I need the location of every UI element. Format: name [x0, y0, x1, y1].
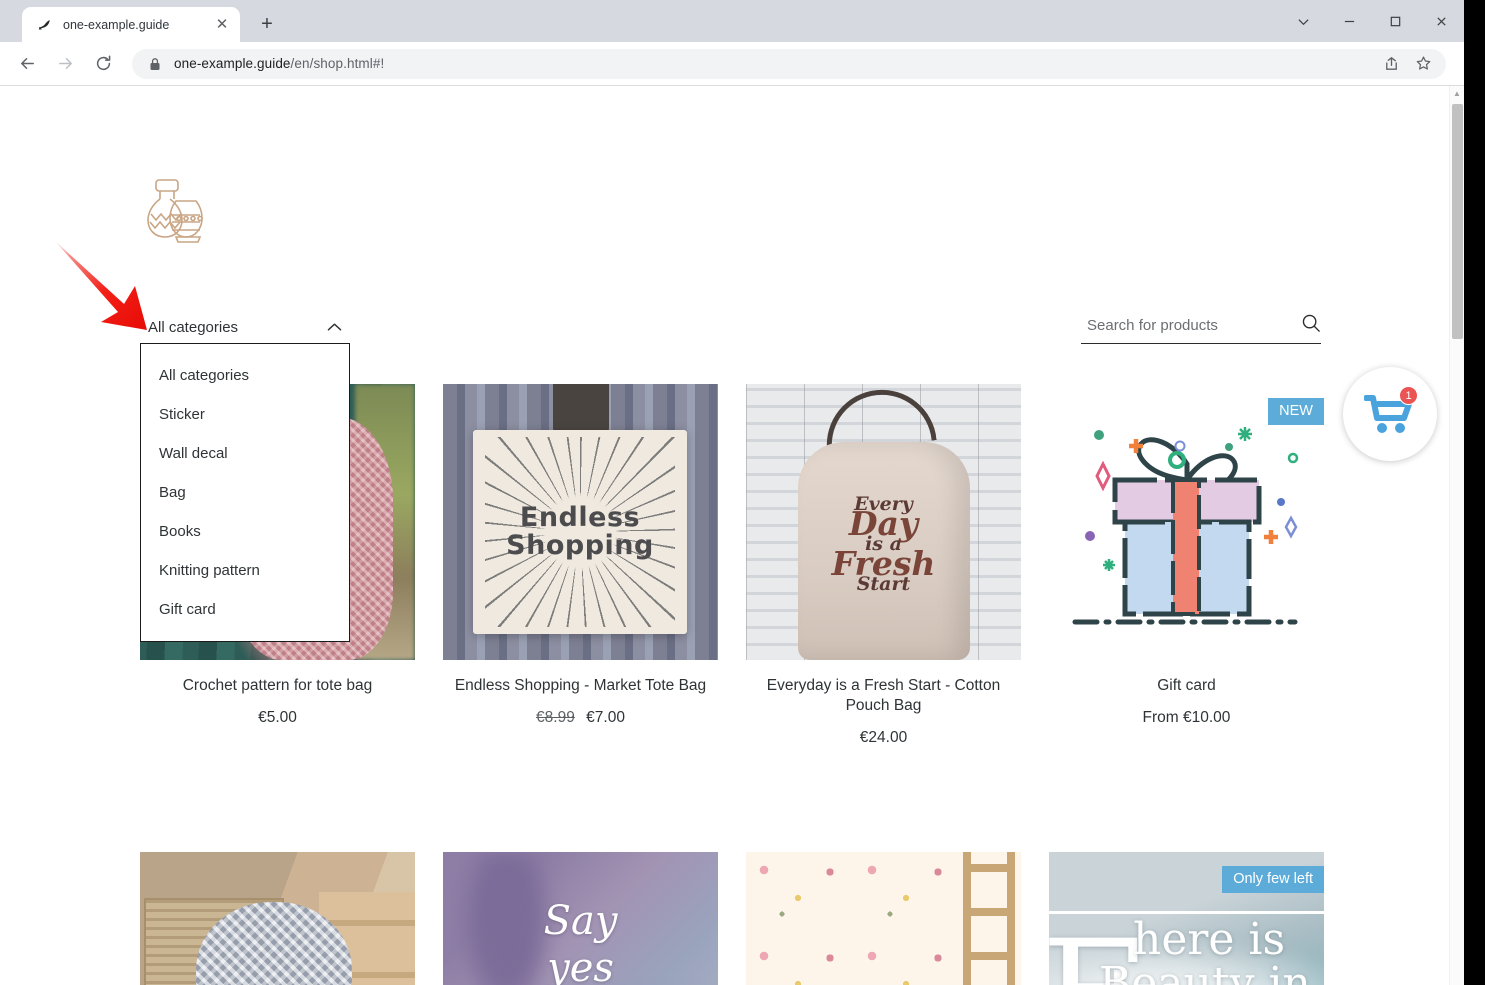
category-option-books[interactable]: Books — [141, 512, 349, 551]
reload-button[interactable] — [86, 47, 120, 81]
product-image-text-line1: here is — [1049, 918, 1324, 962]
product-badge: NEW — [1268, 398, 1324, 425]
browser-toolbar: one-example.guide/en/shop.html#! — [0, 42, 1464, 86]
product-card[interactable] — [140, 852, 415, 985]
product-price: €8.99 €7.00 — [443, 709, 718, 727]
window-controls — [1280, 0, 1464, 42]
forward-button[interactable] — [48, 47, 82, 81]
search-icon[interactable] — [1301, 313, 1321, 342]
maximize-button[interactable] — [1372, 5, 1418, 37]
url-domain: one-example.guide — [174, 56, 291, 71]
product-price-current: €5.00 — [258, 709, 297, 726]
category-option-gift-card[interactable]: Gift card — [141, 590, 349, 629]
close-window-button[interactable] — [1418, 5, 1464, 37]
cart-button[interactable]: 1 — [1343, 367, 1437, 461]
scroll-up-arrow-icon[interactable]: ▲ — [1450, 86, 1464, 100]
product-image-text-line4: Fresh — [809, 554, 959, 574]
product-image-text-line1: Say — [443, 898, 718, 944]
cart-count-badge: 1 — [1399, 386, 1418, 405]
product-image-text-line2: Day — [809, 514, 959, 534]
tab-title: one-example.guide — [63, 18, 212, 32]
product-card[interactable]: Every Day is a Fresh Start Everyday is a… — [746, 384, 1021, 747]
lock-icon — [146, 57, 164, 71]
category-option-all-categories[interactable]: All categories — [141, 356, 349, 395]
page-viewport: All categories — [0, 86, 1464, 985]
product-image-text-line1: Endless — [520, 502, 640, 533]
product-price-current: €7.00 — [586, 709, 625, 726]
product-image-text-line5: Start — [857, 573, 911, 595]
product-price: €5.00 — [140, 709, 415, 727]
product-price-current: From €10.00 — [1143, 709, 1231, 726]
address-bar[interactable]: one-example.guide/en/shop.html#! — [132, 49, 1446, 79]
category-dropdown-menu[interactable]: All categories Sticker Wall decal Bag Bo… — [140, 343, 350, 642]
product-title: Endless Shopping - Market Tote Bag — [443, 676, 718, 696]
scrollbar-thumb[interactable] — [1452, 104, 1463, 339]
product-price: €24.00 — [746, 729, 1021, 747]
product-image[interactable]: Endless Shopping — [443, 384, 718, 660]
product-search[interactable] — [1081, 312, 1321, 344]
product-card[interactable]: Say yes to new Adventures — [443, 852, 718, 985]
product-image[interactable]: Every Day is a Fresh Start — [746, 384, 1021, 660]
product-image-text-line2: yes — [443, 945, 718, 985]
category-option-knitting-pattern[interactable]: Knitting pattern — [141, 551, 349, 590]
product-image[interactable]: E here is Beauty in verything Only few l… — [1049, 852, 1324, 985]
chevron-up-icon — [327, 320, 348, 335]
product-card[interactable]: NEW Gift card From €10.00 — [1049, 384, 1324, 747]
product-image-text-line2: Beauty in — [1049, 962, 1324, 985]
category-option-bag[interactable]: Bag — [141, 473, 349, 512]
product-card[interactable] — [746, 852, 1021, 985]
product-image[interactable]: Say yes to new Adventures — [443, 852, 718, 985]
product-title: Crochet pattern for tote bag — [140, 676, 415, 696]
search-input[interactable] — [1081, 317, 1271, 338]
product-image[interactable] — [140, 852, 415, 985]
category-option-sticker[interactable]: Sticker — [141, 395, 349, 434]
product-badge: Only few left — [1222, 866, 1324, 893]
product-image[interactable] — [746, 852, 1021, 985]
product-image[interactable]: NEW — [1049, 384, 1324, 660]
product-price: From €10.00 — [1049, 709, 1324, 727]
url-path: /en/shop.html#! — [291, 56, 385, 71]
back-button[interactable] — [10, 47, 44, 81]
category-dropdown-toggle[interactable]: All categories — [148, 311, 348, 343]
url-text: one-example.guide/en/shop.html#! — [174, 56, 384, 71]
product-image-text-line2: Shopping — [506, 530, 654, 561]
close-icon[interactable]: ✕ — [212, 15, 232, 35]
page-scrollbar[interactable]: ▲ — [1449, 86, 1464, 985]
omnibox-actions — [1378, 51, 1440, 77]
tab-search-button[interactable] — [1280, 5, 1326, 37]
category-dropdown-value: All categories — [148, 319, 238, 336]
browser-window: one-example.guide ✕ + — [0, 0, 1464, 985]
product-title: Everyday is a Fresh Start - Cotton Pouch… — [746, 676, 1021, 716]
browser-tab[interactable]: one-example.guide ✕ — [22, 7, 240, 42]
product-price-current: €24.00 — [860, 729, 907, 746]
page-content: All categories — [0, 86, 1449, 985]
tab-strip: one-example.guide ✕ + — [0, 0, 1464, 42]
pottery-vases-logo[interactable] — [136, 174, 214, 257]
product-card[interactable]: E here is Beauty in verything Only few l… — [1049, 852, 1324, 985]
share-icon[interactable] — [1378, 51, 1404, 77]
new-tab-button[interactable]: + — [252, 9, 282, 39]
product-card[interactable]: Endless Shopping Endless Shopping - Mark… — [443, 384, 718, 747]
product-price-old: €8.99 — [536, 709, 575, 726]
star-icon[interactable] — [1410, 51, 1436, 77]
product-title: Gift card — [1049, 676, 1324, 696]
category-option-wall-decal[interactable]: Wall decal — [141, 434, 349, 473]
minimize-button[interactable] — [1326, 5, 1372, 37]
bird-favicon — [36, 16, 53, 33]
